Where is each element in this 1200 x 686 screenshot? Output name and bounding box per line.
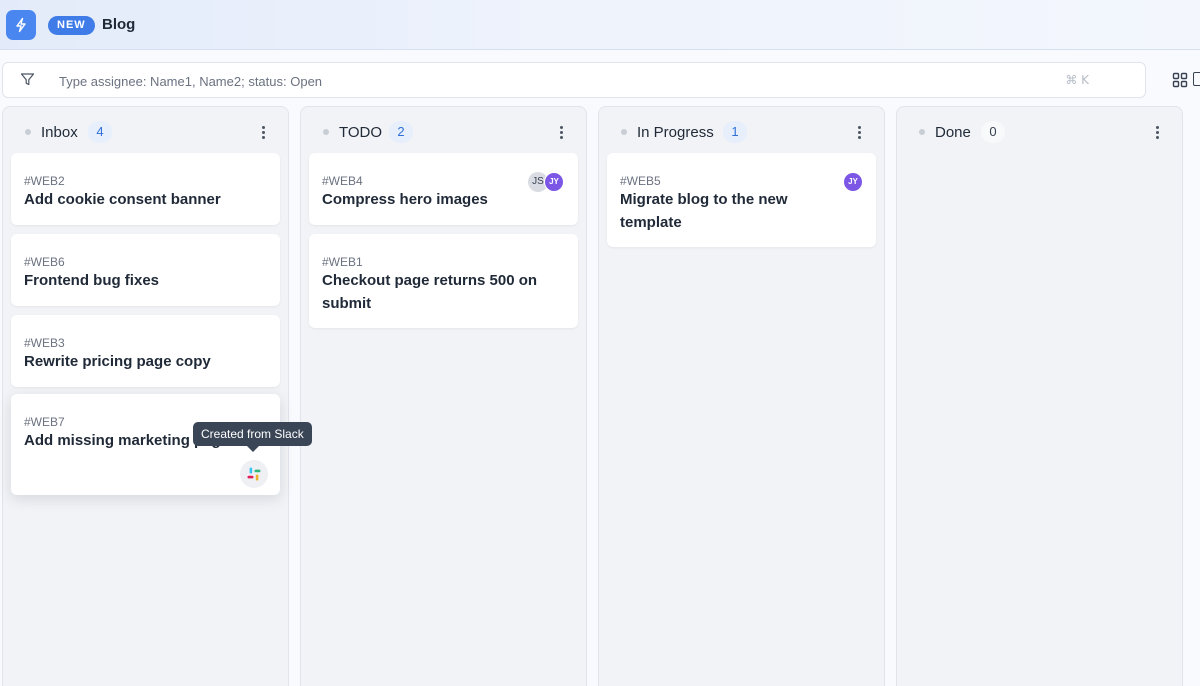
column-header: Inbox 4: [3, 107, 288, 155]
task-title: Rewrite pricing page copy: [24, 353, 211, 370]
tooltip-arrow: [247, 446, 259, 452]
column-count-badge: 0: [981, 121, 1005, 143]
column-header: In Progress 1: [599, 107, 884, 155]
column-header: Done 0: [897, 107, 1182, 155]
task-id: #WEB5: [620, 174, 661, 188]
task-title: Compress hero images: [322, 191, 488, 208]
lightning-icon[interactable]: [6, 10, 36, 40]
new-badge: NEW: [48, 16, 95, 35]
task-id: #WEB2: [24, 174, 65, 188]
task-title: Add cookie consent banner: [24, 191, 221, 208]
list-view-icon[interactable]: [1193, 72, 1200, 86]
task-title: Frontend bug fixes: [24, 272, 159, 289]
status-dot-icon: [919, 129, 925, 135]
column-header: TODO 2: [301, 107, 586, 155]
task-title: Migrate blog to the new template: [620, 191, 788, 231]
column-count-badge: 1: [723, 121, 747, 143]
task-card[interactable]: #WEB6 Frontend bug fixes: [11, 234, 280, 306]
task-id: #WEB1: [322, 255, 363, 269]
avatar[interactable]: JY: [843, 172, 863, 192]
task-id: #WEB7: [24, 415, 65, 429]
more-options-icon[interactable]: [256, 123, 270, 141]
column-title: In Progress: [637, 124, 714, 141]
status-dot-icon: [25, 129, 31, 135]
keyboard-shortcut-hint: ⌘ K: [1065, 73, 1089, 87]
more-options-icon[interactable]: [1150, 123, 1164, 141]
slack-icon[interactable]: [240, 460, 268, 488]
tooltip: Created from Slack: [193, 422, 312, 446]
grid-view-icon[interactable]: [1172, 72, 1188, 93]
page-title: Blog: [102, 16, 136, 33]
more-options-icon[interactable]: [852, 123, 866, 141]
task-id: #WEB3: [24, 336, 65, 350]
column-title: Done: [935, 124, 971, 141]
task-card[interactable]: #WEB2 Add cookie consent banner: [11, 153, 280, 225]
top-header: NEW Blog: [0, 0, 1200, 50]
filter-input[interactable]: [59, 71, 959, 91]
column-count-badge: 4: [88, 121, 112, 143]
status-dot-icon: [323, 129, 329, 135]
filter-bar[interactable]: ⌘ K: [2, 62, 1146, 98]
task-card[interactable]: #WEB4 Compress hero images JS JY: [309, 153, 578, 225]
column-title: TODO: [339, 124, 383, 141]
task-card[interactable]: #WEB3 Rewrite pricing page copy: [11, 315, 280, 387]
column-title: Inbox: [41, 124, 78, 141]
avatar[interactable]: JY: [544, 172, 564, 192]
status-dot-icon: [621, 129, 627, 135]
filter-icon: [20, 72, 35, 92]
task-card[interactable]: #WEB5 Migrate blog to the new template J…: [607, 153, 876, 247]
task-card[interactable]: #WEB1 Checkout page returns 500 on submi…: [309, 234, 578, 328]
column-count-badge: 2: [389, 121, 413, 143]
column-done: Done 0: [896, 106, 1183, 686]
task-id: #WEB4: [322, 174, 363, 188]
more-options-icon[interactable]: [554, 123, 568, 141]
task-id: #WEB6: [24, 255, 65, 269]
task-title: Checkout page returns 500 on submit: [322, 272, 538, 312]
